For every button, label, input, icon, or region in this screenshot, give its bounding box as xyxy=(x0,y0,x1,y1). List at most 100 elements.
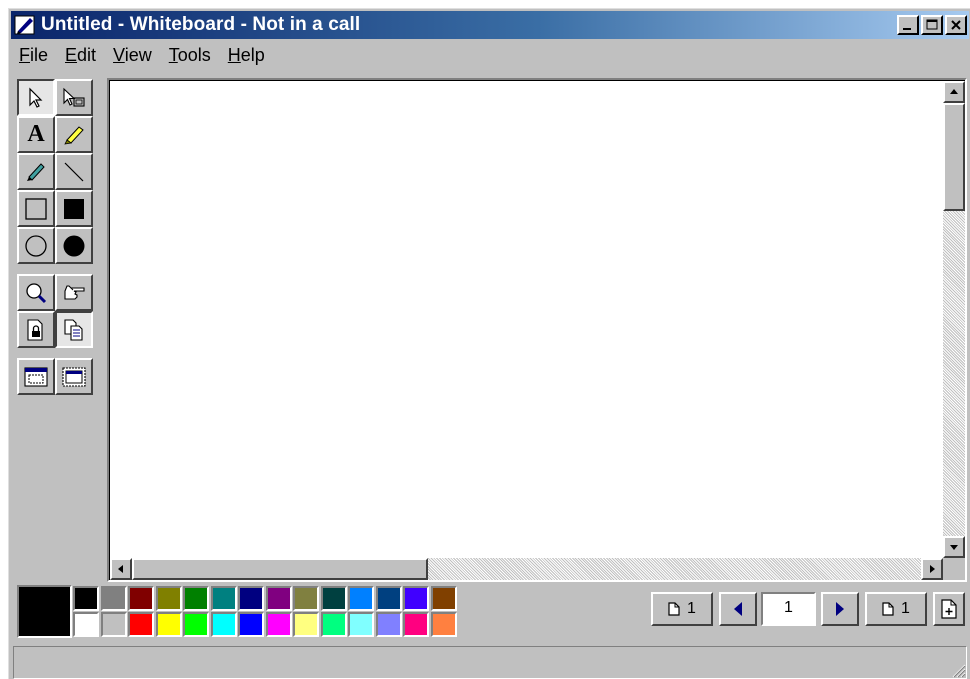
color-swatch[interactable] xyxy=(430,586,457,611)
arrow-up-icon xyxy=(950,89,958,94)
filled-ellipse-tool[interactable] xyxy=(55,227,93,264)
select-area-capture-tool[interactable] xyxy=(55,358,93,395)
status-bar xyxy=(13,646,967,679)
triangle-right-icon xyxy=(836,602,844,616)
last-page-label: 1 xyxy=(901,600,910,617)
page-icon xyxy=(882,602,894,616)
color-swatch[interactable] xyxy=(238,612,264,637)
previous-page-button[interactable] xyxy=(719,592,757,626)
close-icon xyxy=(951,20,961,30)
title-bar[interactable]: Untitled - Whiteboard - Not in a call xyxy=(11,11,969,39)
resize-grip-icon[interactable] xyxy=(950,662,966,678)
triangle-left-icon xyxy=(734,602,742,616)
scroll-left-button[interactable] xyxy=(110,558,132,580)
lock-page-icon xyxy=(27,318,43,341)
color-swatch[interactable] xyxy=(375,586,402,611)
text-tool[interactable]: A xyxy=(17,116,55,153)
vertical-scrollbar[interactable] xyxy=(943,81,965,558)
color-swatch[interactable] xyxy=(183,612,209,637)
select-window-tool[interactable] xyxy=(17,358,55,395)
scroll-right-button[interactable] xyxy=(921,558,943,580)
color-swatch[interactable] xyxy=(155,612,182,637)
color-swatch[interactable] xyxy=(100,612,127,637)
arrow-left-icon xyxy=(118,565,123,573)
scroll-down-button[interactable] xyxy=(943,536,965,558)
close-button[interactable] xyxy=(945,15,967,35)
color-swatch[interactable] xyxy=(320,612,347,637)
arrow-pointer-icon xyxy=(29,87,43,108)
color-swatch[interactable] xyxy=(348,586,374,611)
current-color-fill xyxy=(19,587,70,636)
rectangle-filled-icon xyxy=(64,198,84,219)
menu-tools[interactable]: Tools xyxy=(161,45,218,66)
line-tool[interactable] xyxy=(55,153,93,190)
whiteboard-canvas-frame xyxy=(107,78,967,582)
select-area-capture-icon xyxy=(62,366,86,387)
color-swatch[interactable] xyxy=(265,612,292,637)
color-swatch[interactable] xyxy=(100,586,127,611)
select-area-tool[interactable] xyxy=(55,79,93,116)
color-swatch[interactable] xyxy=(430,612,457,637)
color-swatch[interactable] xyxy=(375,612,402,637)
menu-edit[interactable]: Edit xyxy=(57,45,103,66)
next-page-button[interactable] xyxy=(821,592,859,626)
color-swatch[interactable] xyxy=(155,586,182,611)
vertical-scroll-thumb[interactable] xyxy=(943,103,965,211)
menu-bar: File Edit View Tools Help xyxy=(11,42,274,68)
color-swatch[interactable] xyxy=(73,612,99,637)
highlighter-icon xyxy=(64,125,84,145)
selector-tool[interactable] xyxy=(17,79,55,116)
unfilled-rectangle-tool[interactable] xyxy=(17,190,55,227)
current-color-indicator xyxy=(17,585,72,638)
text-tool-glyph: A xyxy=(27,121,45,147)
synchronize-tool[interactable] xyxy=(55,311,93,348)
color-swatch[interactable] xyxy=(128,612,154,637)
synchronize-pages-icon xyxy=(64,318,83,341)
scrollbar-corner xyxy=(943,558,965,580)
magnifier-icon xyxy=(26,282,47,303)
arrow-down-icon xyxy=(950,545,958,550)
whiteboard-canvas[interactable] xyxy=(109,80,965,580)
color-swatch[interactable] xyxy=(348,612,374,637)
horizontal-scrollbar[interactable] xyxy=(110,558,943,580)
line-icon xyxy=(64,162,84,181)
color-swatch[interactable] xyxy=(293,586,319,611)
color-swatch[interactable] xyxy=(320,586,347,611)
zoom-tool[interactable] xyxy=(17,274,55,311)
select-window-icon xyxy=(24,366,48,387)
maximize-button[interactable] xyxy=(921,15,943,35)
insert-page-button[interactable] xyxy=(933,592,965,626)
color-swatch[interactable] xyxy=(265,586,292,611)
unfilled-ellipse-tool[interactable] xyxy=(17,227,55,264)
color-swatch[interactable] xyxy=(238,586,264,611)
color-swatch[interactable] xyxy=(183,586,209,611)
menu-help[interactable]: Help xyxy=(220,45,272,66)
minimize-button[interactable] xyxy=(897,15,919,35)
scroll-up-button[interactable] xyxy=(943,81,965,103)
pen-tool[interactable] xyxy=(17,153,55,190)
color-swatch[interactable] xyxy=(210,612,237,637)
color-palette xyxy=(73,586,458,637)
color-swatch[interactable] xyxy=(403,612,429,637)
menu-file[interactable]: File xyxy=(11,45,55,66)
color-swatch[interactable] xyxy=(210,586,237,611)
filled-rectangle-tool[interactable] xyxy=(55,190,93,227)
remote-pointer-tool[interactable] xyxy=(55,274,93,311)
lock-contents-tool[interactable] xyxy=(17,311,55,348)
whiteboard-app-icon[interactable] xyxy=(14,14,36,36)
first-page-button[interactable]: 1 xyxy=(651,592,713,626)
horizontal-scroll-thumb[interactable] xyxy=(132,558,428,580)
ellipse-outline-icon xyxy=(25,234,47,257)
highlighter-tool[interactable] xyxy=(55,116,93,153)
current-page-field[interactable]: 1 xyxy=(761,592,816,626)
page-icon xyxy=(668,602,680,616)
last-page-button[interactable]: 1 xyxy=(865,592,927,626)
rectangle-outline-icon xyxy=(25,197,47,220)
new-page-icon xyxy=(941,599,957,619)
color-swatch[interactable] xyxy=(73,586,99,611)
window-title: Untitled - Whiteboard - Not in a call xyxy=(41,14,361,35)
color-swatch[interactable] xyxy=(293,612,319,637)
menu-view[interactable]: View xyxy=(105,45,159,66)
color-swatch[interactable] xyxy=(403,586,429,611)
color-swatch[interactable] xyxy=(128,586,154,611)
